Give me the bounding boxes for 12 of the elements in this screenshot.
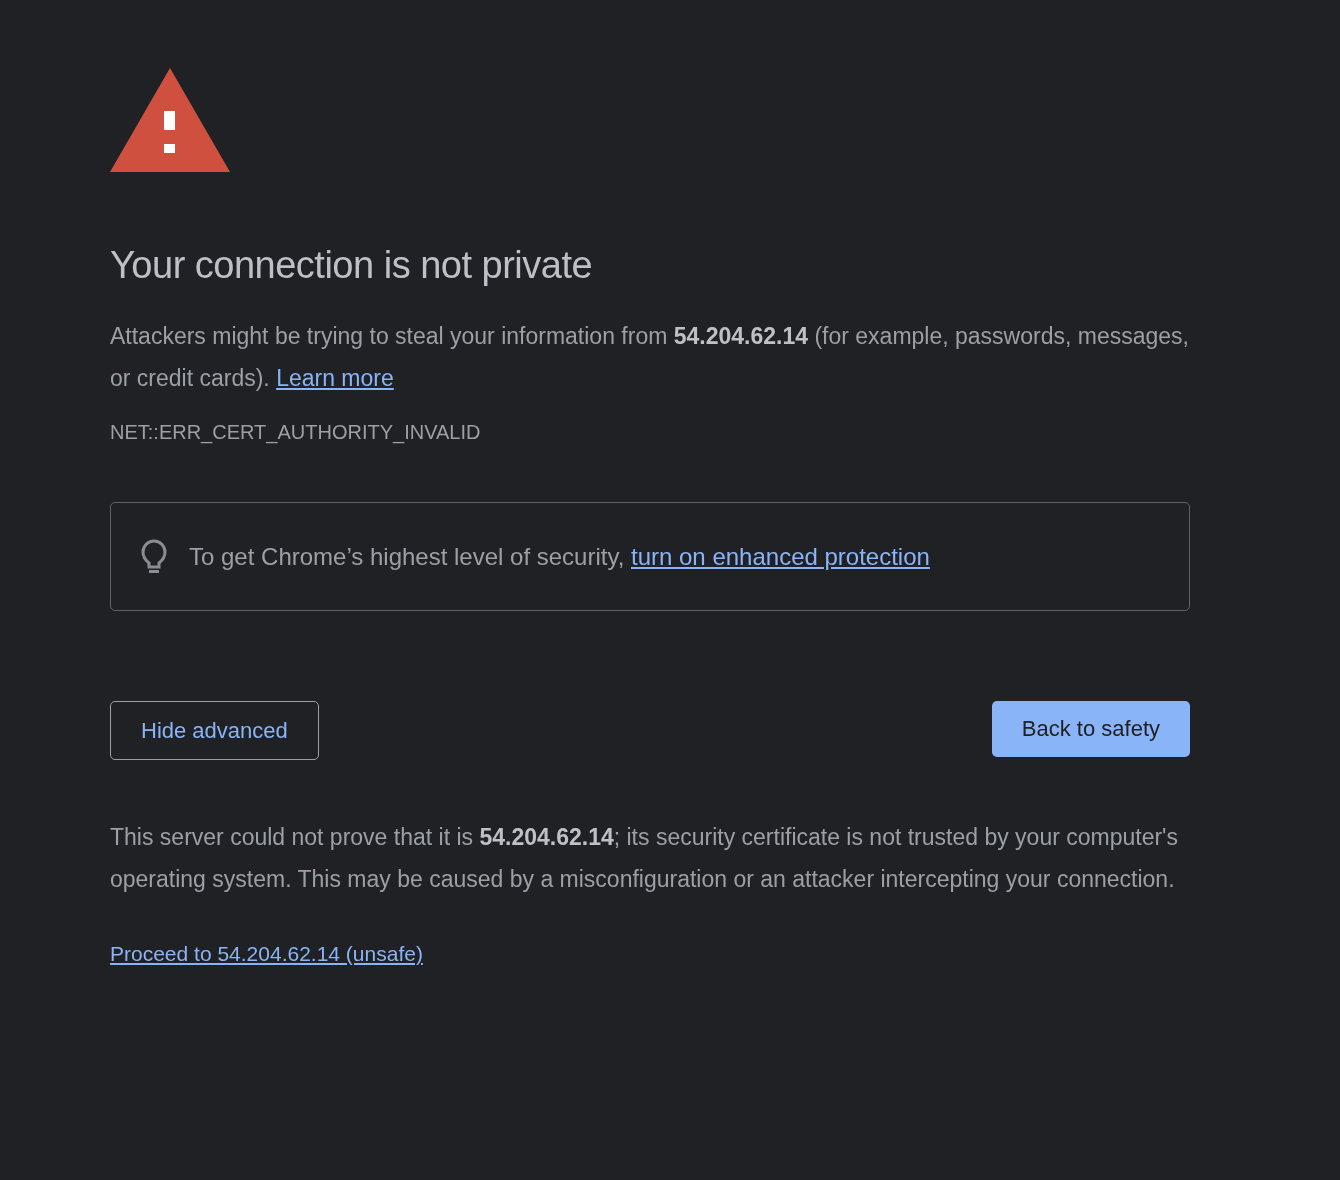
details-paragraph: This server could not prove that it is 54.204.62.14; its security certificate is not trusted by your computer's operating system. This may be caused by a misconfiguration or an attacker intercepting your connection. bbox=[110, 823, 1179, 894]
page-heading: Your connection is not private bbox=[110, 244, 594, 287]
tip-text: To get Chrome’s highest level of security, turn on enhanced protection bbox=[189, 542, 930, 571]
enhanced-protection-link[interactable]: turn on enhanced protection bbox=[631, 542, 930, 570]
lightbulb-icon bbox=[141, 538, 167, 575]
error-code: NET::ERR_CERT_AUTHORITY_INVALID bbox=[110, 421, 482, 444]
learn-more-link[interactable]: Learn more bbox=[276, 365, 394, 391]
back-to-safety-button[interactable]: Back to safety bbox=[991, 701, 1190, 757]
intro-paragraph: Attackers might be trying to steal your information from 54.204.62.14 (for example, passwords, messages, or credit cards). Learn more bbox=[110, 322, 1190, 393]
hide-advanced-button[interactable]: Hide advanced bbox=[110, 701, 319, 760]
proceed-link[interactable]: Proceed to 54.204.62.14 (unsafe) bbox=[110, 942, 423, 965]
warning-icon bbox=[110, 68, 230, 172]
